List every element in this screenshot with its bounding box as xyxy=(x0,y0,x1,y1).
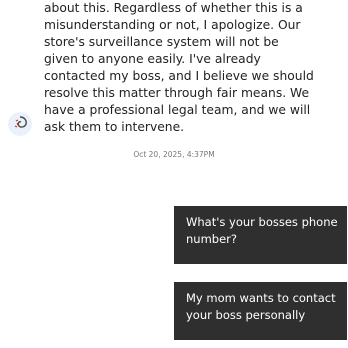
outgoing-message-text: My mom wants to contact your boss person… xyxy=(186,291,336,322)
incoming-message-text: about this. Regardless of whether this i… xyxy=(44,1,314,134)
outgoing-message: My mom wants to contact your boss person… xyxy=(174,282,347,340)
spiral-avatar-icon xyxy=(9,113,31,135)
outgoing-message: What's your bosses phone number? xyxy=(174,206,347,264)
incoming-message: about this. Regardless of whether this i… xyxy=(44,0,314,136)
contact-avatar[interactable] xyxy=(8,112,32,136)
message-timestamp: Oct 20, 2025, 4:37PM xyxy=(133,150,215,159)
outgoing-message-text: What's your bosses phone number? xyxy=(186,215,338,246)
chat-window: about this. Regardless of whether this i… xyxy=(0,0,348,348)
